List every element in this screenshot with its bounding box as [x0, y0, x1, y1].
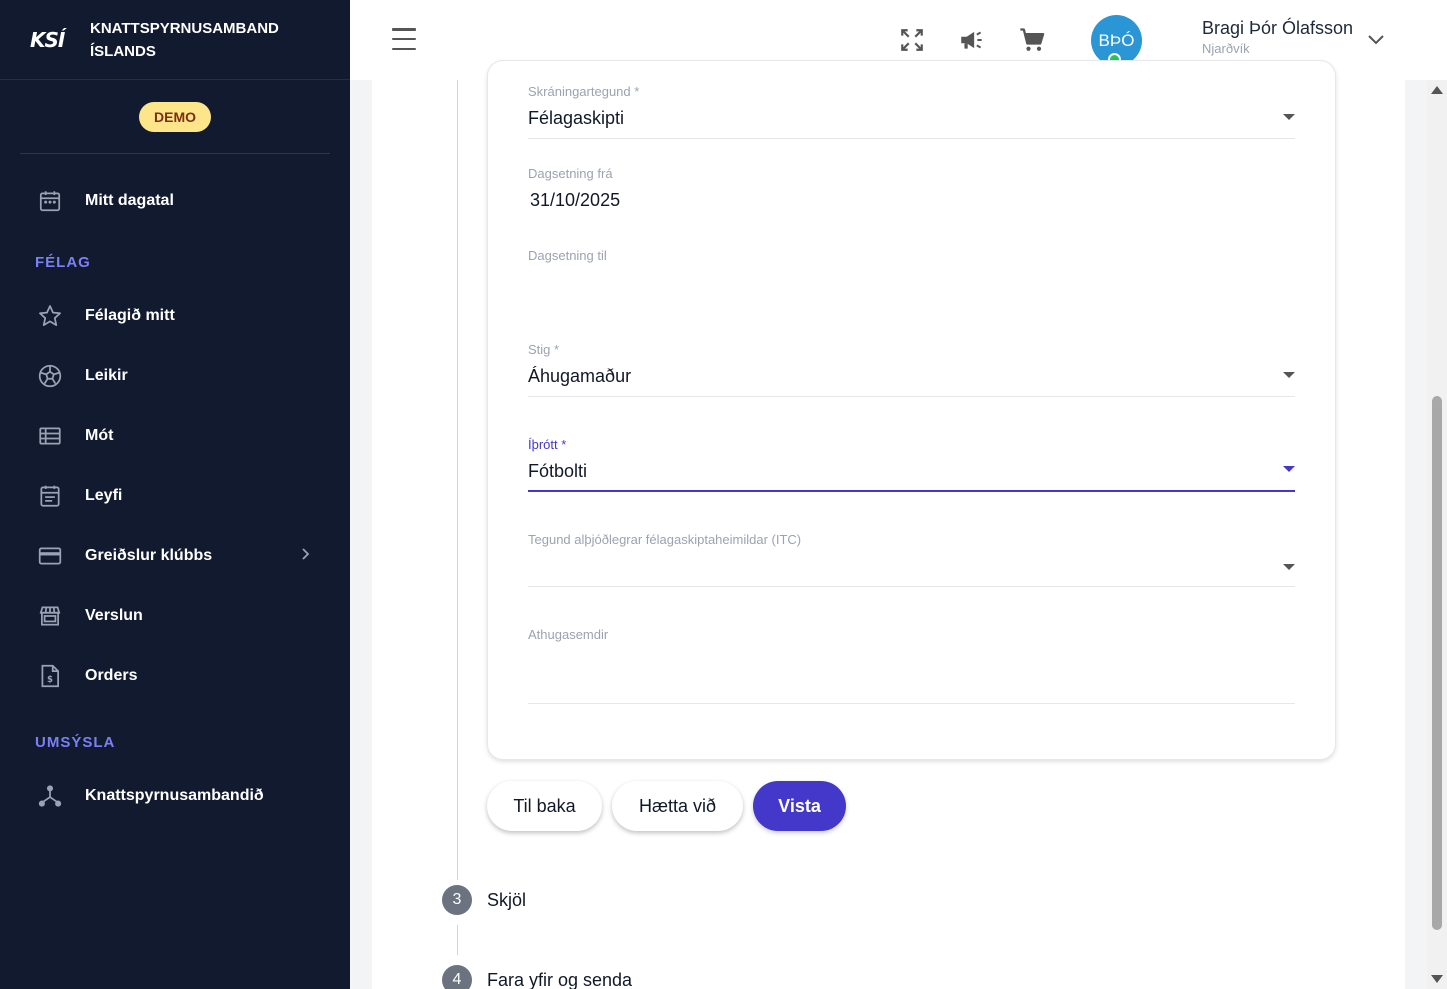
- brand-name-line2: ÍSLANDS: [90, 42, 156, 60]
- dropdown-arrow-icon[interactable]: [1283, 466, 1295, 472]
- step-documents[interactable]: 3 Skjöl: [442, 885, 526, 915]
- stepper-connector: [457, 80, 458, 880]
- field-label: Tegund alþjóðlegrar félagaskiptaheimilda…: [528, 532, 802, 547]
- chevron-down-icon[interactable]: [1367, 30, 1385, 49]
- sidebar-item-calendar[interactable]: Mitt dagatal: [0, 181, 350, 221]
- field-label: Stig *: [528, 342, 560, 357]
- megaphone-icon[interactable]: [956, 24, 988, 56]
- level-select[interactable]: Stig * Áhugamaður: [528, 342, 1295, 398]
- section-label-umsysla: UMSÝSLA: [35, 734, 116, 751]
- demo-badge: DEMO: [139, 101, 211, 132]
- sidebar-item-label: Verslun: [85, 607, 143, 624]
- dropdown-arrow-icon[interactable]: [1283, 372, 1295, 378]
- date-from-field[interactable]: Dagsetning frá 31/10/2025: [528, 166, 1295, 216]
- credit-card-icon: [36, 542, 64, 570]
- sidebar-item-label: Knattspyrnusambandið: [85, 787, 264, 804]
- field-underline: [528, 703, 1295, 704]
- sidebar-item-label: Orders: [85, 667, 138, 684]
- menu-toggle-icon[interactable]: [392, 28, 416, 50]
- ksi-logo: KSÍ: [30, 27, 65, 52]
- sidebar-item-label: Greiðslur klúbbs: [85, 547, 213, 564]
- fullscreen-icon[interactable]: [896, 24, 928, 56]
- soccer-ball-icon: [36, 362, 64, 390]
- field-label: Dagsetning frá: [528, 166, 613, 181]
- user-club: Njarðvík: [1202, 41, 1250, 56]
- field-value: Áhugamaður: [528, 366, 632, 386]
- demo-wrap: DEMO: [20, 80, 330, 154]
- sidebar-item-label: Leikir: [85, 367, 128, 384]
- cart-icon[interactable]: [1016, 24, 1048, 56]
- user-name[interactable]: Bragi Þór Ólafsson: [1202, 18, 1353, 39]
- back-button[interactable]: Til baka: [487, 781, 602, 831]
- storefront-icon: [36, 602, 64, 630]
- section-label-felag: FÉLAG: [35, 254, 91, 271]
- sidebar-item-games[interactable]: Leikir: [0, 356, 350, 396]
- sidebar-item-orders[interactable]: $ Orders: [0, 656, 350, 696]
- step-title: Fara yfir og senda: [487, 969, 633, 989]
- field-underline: [528, 586, 1295, 587]
- sidebar-item-label: Félagið mitt: [85, 307, 175, 324]
- remarks-textarea[interactable]: Athugasemdir: [528, 627, 1295, 705]
- star-icon: [36, 302, 64, 330]
- sidebar-item-federation[interactable]: Knattspyrnusambandið: [0, 776, 350, 816]
- sidebar-item-label: Mitt dagatal: [85, 192, 174, 209]
- sidebar: KSÍ KNATTSPYRNUSAMBAND ÍSLANDS DEMO Mitt…: [0, 0, 350, 989]
- field-label: Dagsetning til: [528, 248, 607, 263]
- step-title: Skjöl: [487, 889, 527, 910]
- date-to-field[interactable]: Dagsetning til: [528, 248, 1295, 308]
- dropdown-arrow-icon[interactable]: [1283, 114, 1295, 120]
- dropdown-arrow-icon[interactable]: [1283, 564, 1295, 570]
- sidebar-item-shop[interactable]: Verslun: [0, 596, 350, 636]
- step-number: 4: [442, 965, 472, 989]
- itc-type-select[interactable]: Tegund alþjóðlegrar félagaskiptaheimilda…: [528, 532, 1295, 588]
- field-underline: [528, 138, 1295, 139]
- brand-header[interactable]: KSÍ KNATTSPYRNUSAMBAND ÍSLANDS: [0, 0, 350, 80]
- list-table-icon: [36, 422, 64, 450]
- document-icon: [36, 482, 64, 510]
- step-number: 3: [442, 885, 472, 915]
- brand-name-line1: KNATTSPYRNUSAMBAND: [90, 19, 279, 37]
- sidebar-item-my-club[interactable]: Félagið mitt: [0, 296, 350, 336]
- field-value: Fótbolti: [528, 461, 588, 481]
- scrollbar[interactable]: [1427, 80, 1447, 989]
- save-button[interactable]: Vista: [753, 781, 846, 831]
- field-underline: [528, 396, 1295, 397]
- step-review-submit[interactable]: 4 Fara yfir og senda: [442, 965, 632, 989]
- sidebar-item-label: Mót: [85, 427, 114, 444]
- hierarchy-icon: [36, 782, 64, 810]
- main-content: Skráningartegund * Félagaskipti Dagsetni…: [372, 60, 1405, 989]
- stepper-connector: [457, 925, 458, 955]
- svg-text:$: $: [47, 675, 53, 685]
- field-underline: [528, 490, 1295, 492]
- field-label: Skráningartegund *: [528, 84, 640, 99]
- sidebar-item-label: Leyfi: [85, 487, 123, 504]
- calendar-icon: [36, 187, 64, 215]
- field-label: Íþrótt *: [528, 437, 567, 452]
- sidebar-item-licenses[interactable]: Leyfi: [0, 476, 350, 516]
- invoice-icon: $: [36, 662, 64, 690]
- sidebar-item-club-payments[interactable]: Greiðslur klúbbs: [0, 536, 350, 576]
- field-value: Félagaskipti: [528, 108, 625, 128]
- cancel-button[interactable]: Hætta við: [612, 781, 743, 831]
- scrollbar-thumb[interactable]: [1432, 396, 1442, 930]
- field-label: Athugasemdir: [528, 627, 609, 642]
- registration-type-select[interactable]: Skráningartegund * Félagaskipti: [528, 84, 1295, 140]
- scroll-down-arrow-icon[interactable]: [1431, 975, 1443, 983]
- chevron-right-icon: [300, 547, 310, 565]
- sport-select[interactable]: Íþrótt * Fótbolti: [528, 437, 1295, 493]
- scroll-up-arrow-icon[interactable]: [1431, 86, 1443, 94]
- field-value: 31/10/2025: [530, 190, 621, 210]
- sidebar-item-tournaments[interactable]: Mót: [0, 416, 350, 456]
- brand-name: KNATTSPYRNUSAMBAND ÍSLANDS: [90, 17, 279, 63]
